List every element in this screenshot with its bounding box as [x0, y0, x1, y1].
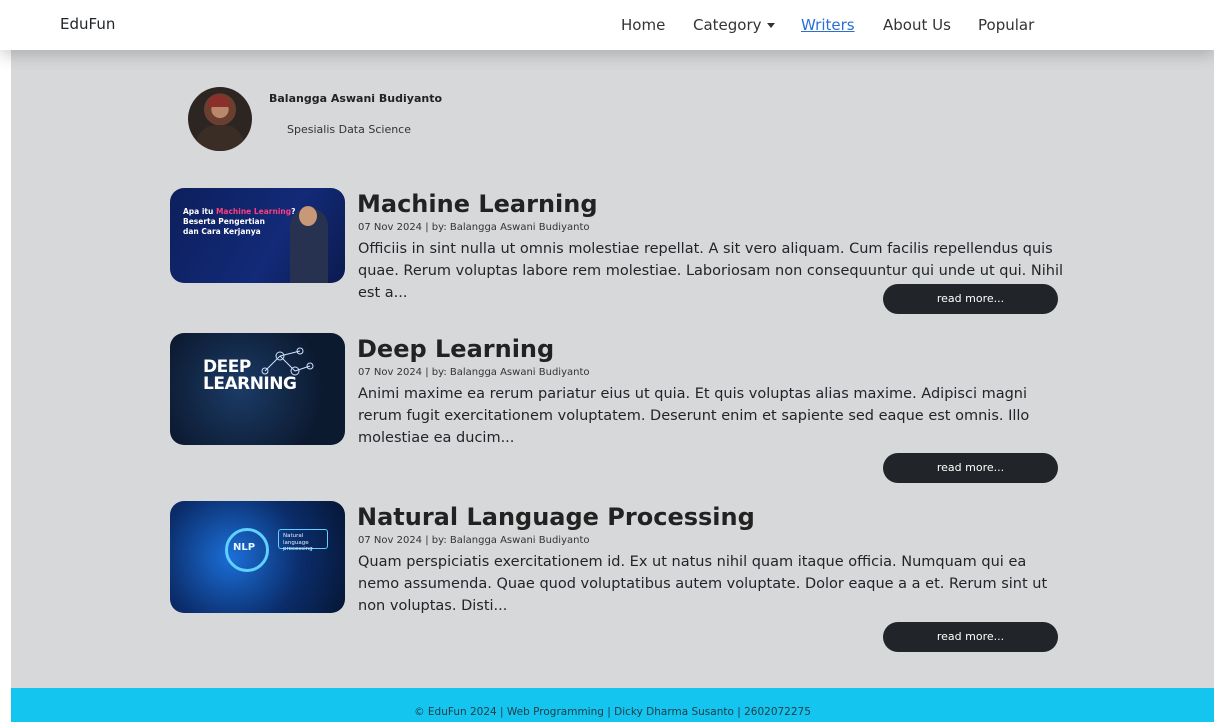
- nav-category-label: Category: [693, 16, 762, 34]
- thumbnail-text: Beserta Pengertian: [183, 217, 265, 226]
- caret-down-icon: [766, 23, 775, 28]
- article-title[interactable]: Machine Learning: [357, 190, 598, 218]
- read-more-button[interactable]: read more...: [883, 453, 1058, 483]
- thumbnail-caption: Apa itu Machine Learning? Beserta Penger…: [183, 207, 295, 237]
- avatar-body: [196, 125, 244, 151]
- thumbnail-person-head: [299, 206, 317, 226]
- article-meta: 07 Nov 2024 | by: Balangga Aswani Budiya…: [358, 222, 590, 233]
- article-meta: 07 Nov 2024 | by: Balangga Aswani Budiya…: [358, 535, 590, 546]
- thumbnail-badge: NLP: [233, 542, 256, 553]
- thumbnail-box: Natural language processing: [278, 529, 328, 552]
- nav-writers[interactable]: Writers: [801, 16, 855, 34]
- article-thumbnail[interactable]: DEEP LEARNING: [170, 333, 345, 445]
- avatar: [188, 87, 252, 151]
- footer: © EduFun 2024 | Web Programming | Dicky …: [11, 688, 1214, 722]
- nav-about-us[interactable]: About Us: [883, 16, 951, 34]
- author-name: Balangga Aswani Budiyanto: [269, 92, 443, 105]
- navbar: EduFun Home Category Writers About Us Po…: [0, 0, 1214, 50]
- read-more-button[interactable]: read more...: [883, 284, 1058, 314]
- article-meta: 07 Nov 2024 | by: Balangga Aswani Budiya…: [358, 367, 590, 378]
- article-excerpt: Quam perspiciatis exercitationem id. Ex …: [358, 554, 1048, 614]
- read-more-button[interactable]: read more...: [883, 622, 1058, 652]
- brand-logo[interactable]: EduFun: [60, 15, 115, 33]
- article-thumbnail[interactable]: Apa itu Machine Learning? Beserta Penger…: [170, 188, 345, 283]
- thumbnail-word: LEARNING: [203, 374, 297, 394]
- nav-popular[interactable]: Popular: [978, 16, 1034, 34]
- footer-text: © EduFun 2024 | Web Programming | Dicky …: [414, 706, 811, 718]
- thumbnail-text: Apa itu: [183, 207, 216, 216]
- avatar-hat: [208, 95, 230, 107]
- nav-category-dropdown[interactable]: Category: [693, 16, 775, 34]
- author-role: Spesialis Data Science: [287, 123, 412, 136]
- article-title[interactable]: Natural Language Processing: [357, 503, 755, 531]
- article-excerpt: Animi maxime ea rerum pariatur eius ut q…: [358, 386, 1030, 446]
- article-title[interactable]: Deep Learning: [357, 335, 554, 363]
- thumbnail-text: dan Cara Kerjanya: [183, 227, 261, 236]
- main-content: Balangga Aswani Budiyanto Spesialis Data…: [11, 50, 1214, 688]
- thumbnail-heading: DEEP LEARNING: [203, 359, 297, 394]
- article-thumbnail[interactable]: NLP Natural language processing: [170, 501, 345, 613]
- nav-home[interactable]: Home: [621, 16, 665, 34]
- thumbnail-highlight: Machine Learning: [215, 207, 292, 216]
